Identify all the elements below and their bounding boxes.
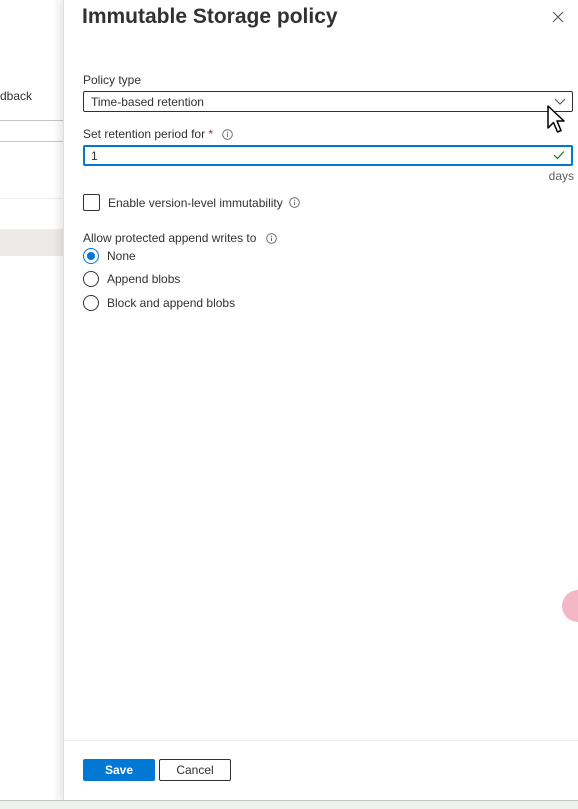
policy-type-dropdown[interactable]: Time-based retention [83, 91, 573, 112]
required-marker: * [208, 127, 214, 141]
background-list-row[interactable] [0, 229, 64, 256]
feedback-link[interactable]: dback [0, 89, 32, 103]
retention-period-input[interactable] [91, 148, 531, 164]
checkmark-icon [553, 151, 565, 160]
radio-label: None [107, 249, 136, 263]
policy-type-selected-value: Time-based retention [91, 95, 204, 109]
radio-label: Block and append blobs [107, 296, 236, 310]
divider [0, 141, 64, 142]
radio-button[interactable] [83, 295, 99, 311]
background-page: dback [0, 0, 64, 800]
radio-button[interactable] [83, 271, 99, 287]
radio-option-append-blobs[interactable]: Append blobs [83, 271, 180, 287]
version-level-immutability-label: Enable version-level immutability [108, 195, 283, 210]
retention-period-label-text: Set retention period for [83, 127, 206, 141]
divider [0, 198, 64, 199]
footer-divider [64, 740, 578, 741]
panel-title: Immutable Storage policy [82, 5, 338, 28]
close-button[interactable] [550, 9, 566, 25]
version-level-immutability-checkbox[interactable]: Enable version-level immutability [83, 194, 300, 211]
append-writes-label: Allow protected append writes to [83, 231, 277, 245]
radio-option-none[interactable]: None [83, 248, 136, 264]
divider [0, 120, 64, 121]
policy-type-label: Policy type [83, 73, 142, 87]
radio-option-block-and-append-blobs[interactable]: Block and append blobs [83, 295, 235, 311]
radio-label: Append blobs [107, 272, 181, 286]
retention-period-field [83, 145, 573, 166]
retention-period-label: Set retention period for * [83, 127, 234, 141]
checkbox-box[interactable] [83, 194, 100, 211]
cancel-button[interactable]: Cancel [159, 759, 231, 781]
bottom-status-strip [0, 800, 578, 809]
retention-units: days [548, 169, 574, 183]
info-icon[interactable] [288, 197, 300, 208]
append-writes-label-text: Allow protected append writes to [83, 231, 257, 245]
radio-button[interactable] [83, 248, 99, 264]
close-icon [552, 11, 564, 23]
info-icon[interactable] [266, 233, 277, 245]
immutable-storage-policy-panel: Immutable Storage policy Policy type Tim… [63, 0, 578, 800]
info-icon[interactable] [222, 129, 234, 141]
save-button[interactable]: Save [83, 759, 155, 781]
mouse-cursor-icon [547, 105, 565, 133]
